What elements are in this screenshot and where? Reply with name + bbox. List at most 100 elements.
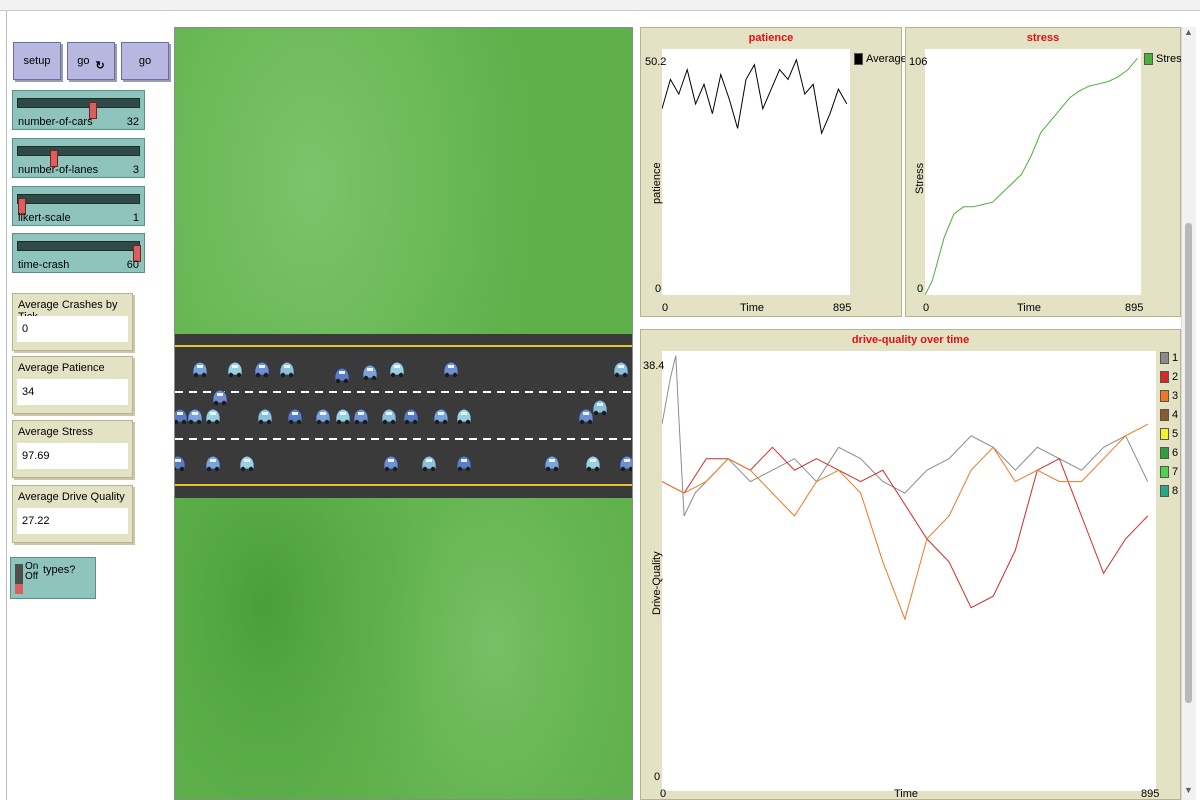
- road: [175, 334, 632, 498]
- series-line-3: [661, 423, 1148, 621]
- car-icon: [287, 408, 303, 425]
- y-tick-max: 50.2: [645, 56, 667, 68]
- drive-quality-plot: drive-quality over time Drive-Quality 38…: [640, 329, 1181, 800]
- plot-title: drive-quality over time: [851, 334, 970, 346]
- go-once-button[interactable]: go: [121, 42, 169, 80]
- x-axis-label: Time: [740, 302, 765, 314]
- y-axis-label: patience: [651, 162, 663, 204]
- monitor-label: Average Stress: [18, 426, 94, 438]
- legend-label: 1: [1172, 352, 1179, 364]
- x-tick-min: 0: [660, 788, 667, 800]
- x-tick-max: 895: [833, 302, 852, 314]
- slider-time-crash[interactable]: time-crash 60: [12, 233, 145, 273]
- x-tick-min: 0: [923, 302, 930, 314]
- types-switch[interactable]: On Off types?: [10, 557, 96, 599]
- y-tick-min: 0: [917, 283, 924, 295]
- scroll-down-icon[interactable]: ▼: [1184, 785, 1193, 795]
- stress-chart-svg: [924, 57, 1138, 296]
- legend-item: 4: [1160, 409, 1178, 421]
- monitor-value: 27.22: [17, 508, 128, 534]
- plot-title: stress: [1026, 32, 1060, 44]
- car-icon: [212, 389, 228, 406]
- slider-track[interactable]: [17, 194, 140, 215]
- car-icon: [187, 408, 203, 425]
- slider-number-of-cars[interactable]: number-of-cars 32: [12, 90, 145, 130]
- monitor-label: Average Patience: [18, 362, 105, 374]
- world-view[interactable]: [174, 27, 633, 800]
- monitor-label: Average Drive Quality: [18, 491, 125, 503]
- car-icon: [227, 361, 243, 378]
- legend-item: Average: [854, 53, 907, 65]
- monitor-value: 97.69: [17, 443, 128, 469]
- scroll-up-icon[interactable]: ▲: [1184, 27, 1193, 37]
- legend-item: 5: [1160, 428, 1178, 440]
- legend-item: 3: [1160, 390, 1178, 402]
- switch-knob[interactable]: [15, 584, 23, 594]
- car-icon: [205, 408, 221, 425]
- legend-label: 7: [1172, 466, 1179, 478]
- go-forever-button[interactable]: go ↻: [67, 42, 115, 80]
- car-icon: [456, 408, 472, 425]
- legend-item: 6: [1160, 447, 1178, 459]
- legend-item: 2: [1160, 371, 1178, 383]
- y-tick-max: 38.4: [643, 360, 665, 372]
- legend-label: 3: [1172, 390, 1179, 402]
- legend-swatch: [1160, 447, 1169, 459]
- top-toolbar: [0, 0, 1200, 11]
- car-icon: [362, 364, 378, 381]
- car-icon: [257, 408, 273, 425]
- slider-track[interactable]: [17, 146, 140, 167]
- legend-swatch: [1160, 352, 1169, 364]
- legend-swatch: [1160, 371, 1169, 383]
- series-line-1: [661, 355, 1149, 517]
- legend-swatch: [1144, 53, 1153, 65]
- slider-likert-scale[interactable]: likert-scale 1: [12, 186, 145, 226]
- car-icon: [456, 455, 472, 472]
- car-icon: [585, 455, 601, 472]
- switch-label: types?: [43, 564, 76, 576]
- y-tick-min: 0: [655, 283, 662, 295]
- car-icon: [383, 455, 399, 472]
- car-icon: [544, 455, 560, 472]
- legend-item: 7: [1160, 466, 1178, 478]
- x-axis-label: Time: [1017, 302, 1042, 314]
- plot-area: [661, 49, 850, 295]
- legend-swatch: [1160, 409, 1169, 421]
- car-icon: [315, 408, 331, 425]
- slider-track[interactable]: [17, 241, 141, 262]
- go-forever-button-label: go: [77, 55, 90, 67]
- monitor-average-crashes: Average Crashes by Tick 0: [12, 293, 133, 351]
- switch-off-label: Off: [25, 571, 39, 582]
- car-icon: [334, 367, 350, 384]
- slider-track[interactable]: [17, 98, 140, 119]
- x-tick-max: 895: [1125, 302, 1144, 314]
- slider-number-of-lanes[interactable]: number-of-lanes 3: [12, 138, 145, 178]
- monitor-average-drive-quality: Average Drive Quality 27.22: [12, 485, 133, 543]
- y-axis-label: Drive-Quality: [651, 551, 663, 615]
- drive-quality-chart-svg: [661, 355, 1149, 621]
- car-icon: [254, 361, 270, 378]
- slider-value: 3: [132, 164, 139, 176]
- y-axis-label: Stress: [914, 162, 926, 194]
- monitor-value: 34: [17, 379, 128, 405]
- plot-title: patience: [748, 32, 794, 44]
- monitor-average-patience: Average Patience 34: [12, 356, 133, 414]
- slider-value: 32: [126, 116, 139, 128]
- slider-value: 60: [126, 259, 139, 271]
- y-tick-min: 0: [654, 771, 661, 783]
- monitor-average-stress: Average Stress 97.69: [12, 420, 133, 478]
- legend-label: 5: [1172, 428, 1179, 440]
- car-icon: [613, 361, 629, 378]
- go-once-button-label: go: [138, 55, 152, 67]
- legend-swatch: [1160, 428, 1169, 440]
- vertical-scrollbar[interactable]: ▲ ▼: [1181, 27, 1196, 800]
- car-icon: [578, 408, 594, 425]
- setup-button[interactable]: setup: [13, 42, 61, 80]
- scrollbar-thumb[interactable]: [1185, 223, 1192, 703]
- legend-item: 1: [1160, 352, 1178, 364]
- legend-swatch: [1160, 485, 1169, 497]
- car-icon: [381, 408, 397, 425]
- car-icon: [433, 408, 449, 425]
- car-icon: [205, 455, 221, 472]
- patience-chart-svg: [661, 58, 848, 136]
